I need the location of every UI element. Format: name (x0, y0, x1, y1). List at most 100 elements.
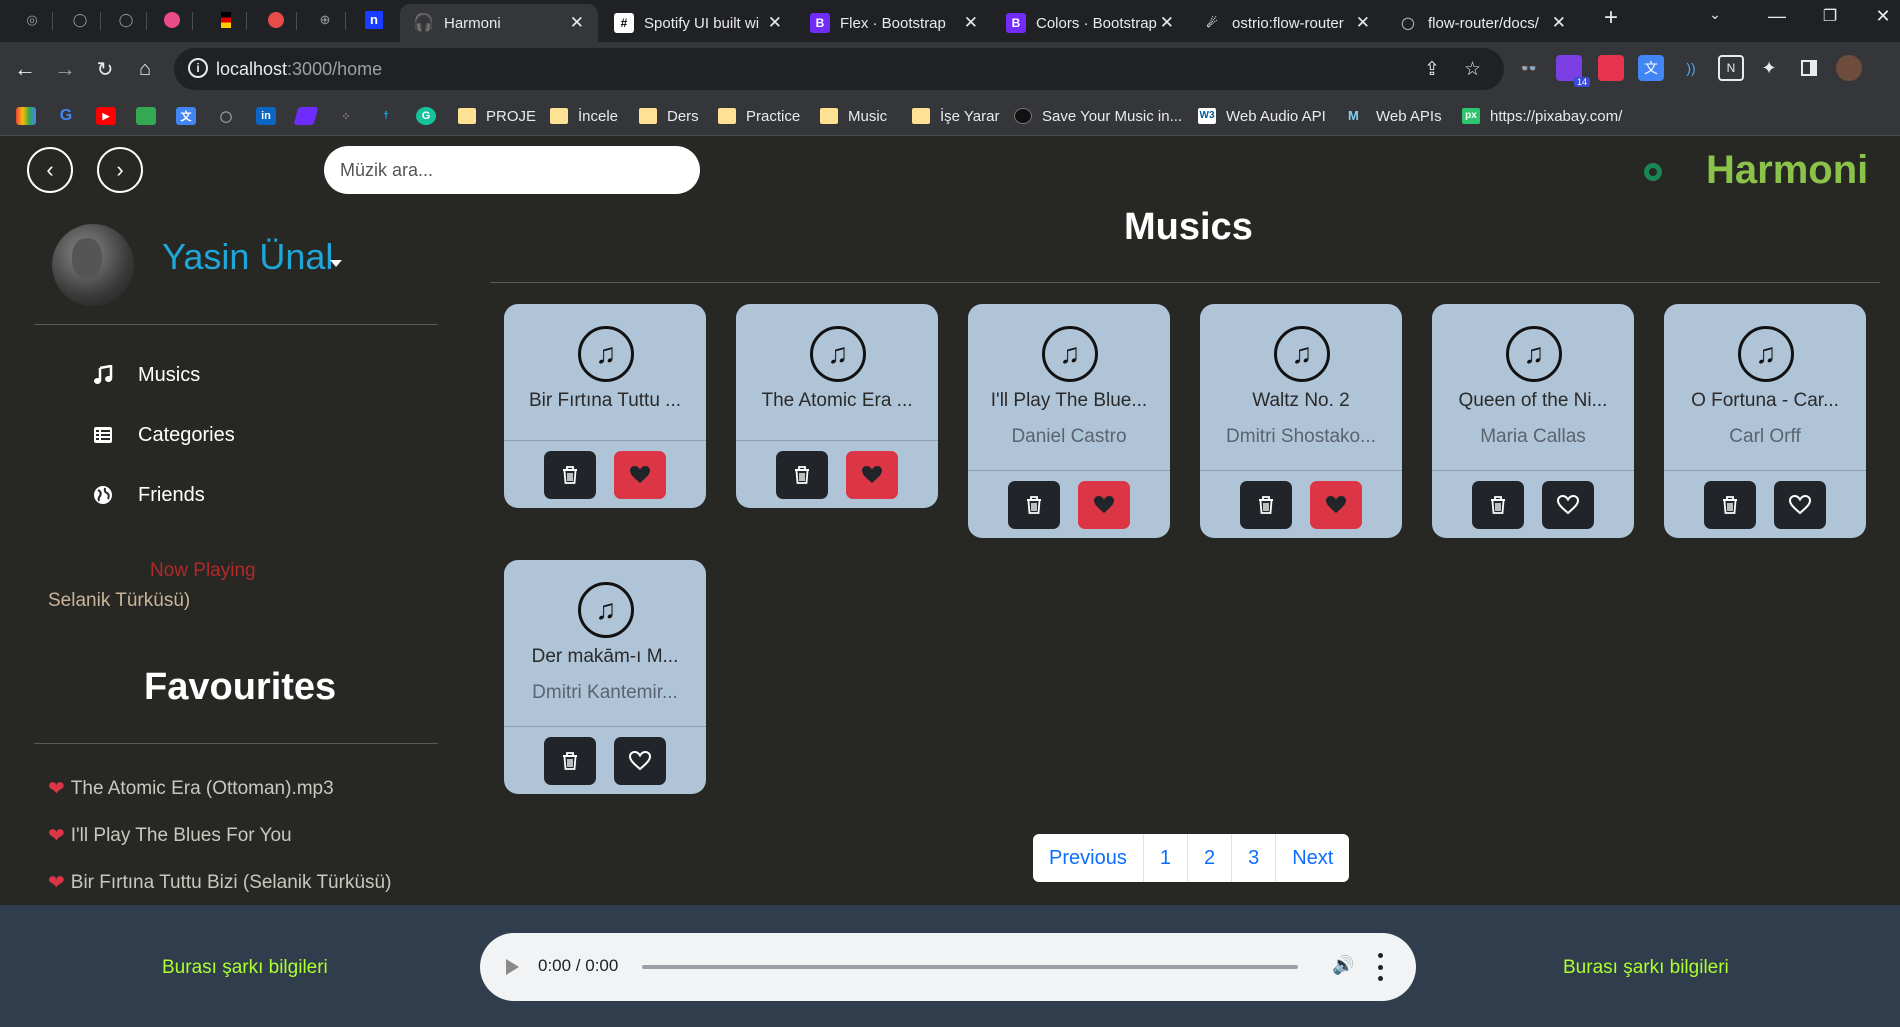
translate-extension-icon[interactable]: 文 (1638, 55, 1664, 81)
music-card[interactable]: ♫ Der makām-ı M... Dmitri Kantemir... (504, 560, 706, 794)
tab-harmoni[interactable]: 🎧 Harmoni ✕ (400, 4, 598, 42)
pagination-page-3[interactable]: 3 (1232, 834, 1277, 882)
tab-search-chevron-icon[interactable]: ⌄ (1700, 6, 1730, 23)
music-card[interactable]: ♫ Waltz No. 2 Dmitri Shostako... (1200, 304, 1402, 538)
bookmark-web-apis[interactable]: M Web APIs (1348, 105, 1442, 127)
close-window-icon[interactable]: ✕ (1868, 6, 1898, 27)
favourite-item[interactable]: ❤ The Atomic Era (Ottoman).mp3 (48, 776, 334, 801)
glasses-extension-icon[interactable]: 👓 (1516, 55, 1542, 81)
tab-spotify-ui[interactable]: # Spotify UI built wi ✕ (600, 4, 796, 42)
minimize-icon[interactable]: — (1762, 6, 1792, 27)
more-options-icon[interactable] (1377, 953, 1383, 981)
unfavourite-button[interactable] (1078, 481, 1130, 529)
pagination-next[interactable]: Next (1276, 834, 1349, 882)
extension-badge-icon[interactable]: 14 (1556, 55, 1590, 87)
address-bar[interactable]: i localhost:3000/home ⇪ ☆ (174, 48, 1504, 90)
address-url[interactable]: localhost:3000/home (216, 59, 382, 80)
close-tab-icon[interactable]: ✕ (570, 13, 584, 33)
favourite-button[interactable] (1542, 481, 1594, 529)
unfavourite-button[interactable] (614, 451, 666, 499)
favourite-item[interactable]: ❤ Bir Fırtına Tuttu Bizi (Selanik Türküsü… (48, 870, 391, 895)
bookmark-proje[interactable]: PROJE (458, 105, 536, 127)
wave-extension-icon[interactable]: )) (1678, 55, 1704, 81)
user-avatar[interactable] (52, 224, 134, 306)
bird-bookmark-icon[interactable]: ϯ (376, 107, 396, 125)
volume-icon[interactable]: 🔊 (1332, 955, 1354, 976)
new-tab-button[interactable]: + (1596, 4, 1626, 32)
close-tab-icon[interactable]: ✕ (1356, 13, 1370, 33)
forward-arrow-icon[interactable]: → (50, 54, 80, 84)
bookmark-save-your-music[interactable]: Save Your Music in... (1014, 105, 1182, 127)
bookmark-web-audio-api[interactable]: W3 Web Audio API (1198, 105, 1326, 127)
github-bookmark-icon[interactable]: ◯ (216, 107, 236, 125)
grammarly-bookmark-icon[interactable]: G (416, 107, 436, 125)
music-card[interactable]: ♫ Queen of the Ni... Maria Callas (1432, 304, 1634, 538)
music-search-input[interactable] (324, 146, 700, 194)
notion-extension-icon[interactable]: N (1718, 55, 1744, 81)
smiley-tab-icon[interactable] (264, 8, 288, 32)
purple-bookmark-icon[interactable] (293, 107, 319, 125)
delete-button[interactable] (1008, 481, 1060, 529)
delete-button[interactable] (544, 451, 596, 499)
pagination-previous[interactable]: Previous (1033, 834, 1144, 882)
unfavourite-button[interactable] (846, 451, 898, 499)
home-icon[interactable]: ⌂ (130, 54, 160, 84)
site-info-icon[interactable]: i (188, 58, 208, 78)
reload-icon[interactable]: ↻ (90, 54, 120, 84)
favourite-button[interactable] (614, 737, 666, 785)
puzzle-extensions-icon[interactable]: ✦ (1756, 55, 1782, 81)
audio-progress-track[interactable] (642, 965, 1298, 969)
tab-flow-router-docs[interactable]: ◯ flow-router/docs/ ✕ (1384, 4, 1580, 42)
bookmark-pixabay[interactable]: px https://pixabay.com/ (1462, 105, 1622, 127)
tab-flex-bootstrap[interactable]: B Flex · Bootstrap ✕ (796, 4, 992, 42)
music-card[interactable]: ♫ I'll Play The Blue... Daniel Castro (968, 304, 1170, 538)
favourite-button[interactable] (1774, 481, 1826, 529)
unfavourite-button[interactable] (1310, 481, 1362, 529)
close-tab-icon[interactable]: ✕ (1160, 13, 1174, 33)
google-bookmark-icon[interactable]: G (56, 107, 76, 125)
profile-avatar-icon[interactable] (1836, 55, 1862, 81)
user-dropdown-caret-icon[interactable] (330, 260, 342, 267)
linkedin-bookmark-icon[interactable]: in (256, 107, 276, 125)
history-forward-button[interactable]: › (97, 147, 143, 193)
close-tab-icon[interactable]: ✕ (964, 13, 978, 33)
tab-colors-bootstrap[interactable]: B Colors · Bootstrap ✕ (992, 4, 1188, 42)
bookmark-incele[interactable]: İncele (550, 105, 618, 127)
dribbble-tab-icon[interactable] (160, 8, 184, 32)
dots-bookmark-icon[interactable]: ⁘ (336, 107, 356, 125)
back-arrow-icon[interactable]: ← (10, 54, 40, 84)
bookmark-practice[interactable]: Practice (718, 105, 800, 127)
restore-icon[interactable]: ❐ (1815, 6, 1845, 26)
music-card[interactable]: ♫ The Atomic Era ... (736, 304, 938, 508)
dice-extension-icon[interactable] (1598, 55, 1624, 81)
close-tab-icon[interactable]: ✕ (768, 13, 782, 33)
sidebar-item-musics[interactable]: Musics (92, 360, 200, 390)
sidepanel-icon[interactable] (1796, 55, 1822, 81)
pagination-page-2[interactable]: 2 (1188, 834, 1233, 882)
chatgpt-tab-icon[interactable]: ◎ (20, 8, 44, 32)
delete-button[interactable] (776, 451, 828, 499)
music-card[interactable]: ♫ O Fortuna - Car... Carl Orff (1664, 304, 1866, 538)
delete-button[interactable] (1472, 481, 1524, 529)
photos-bookmark-icon[interactable] (136, 107, 156, 125)
sidebar-item-friends[interactable]: Friends (92, 480, 205, 510)
apps-bookmark-icon[interactable] (16, 107, 36, 125)
close-tab-icon[interactable]: ✕ (1552, 13, 1566, 33)
delete-button[interactable] (544, 737, 596, 785)
delete-button[interactable] (1704, 481, 1756, 529)
github-tab-icon[interactable]: ◯ (68, 8, 92, 32)
sidebar-item-categories[interactable]: Categories (92, 420, 235, 450)
user-name[interactable]: Yasin Ünal (162, 236, 333, 278)
music-card[interactable]: ♫ Bir Fırtına Tuttu ... (504, 304, 706, 508)
flag-tab-icon[interactable] (214, 8, 238, 32)
share-icon[interactable]: ⇪ (1424, 58, 1440, 81)
bookmark-music[interactable]: Music (820, 105, 887, 127)
bookmark-ders[interactable]: Ders (639, 105, 699, 127)
tab-flow-router[interactable]: ☄ ostrio:flow-router ✕ (1188, 4, 1384, 42)
favourite-item[interactable]: ❤ I'll Play The Blues For You (48, 823, 292, 848)
bookmark-star-icon[interactable]: ☆ (1464, 58, 1481, 81)
github-tab-icon[interactable]: ◯ (114, 8, 138, 32)
globe-tab-icon[interactable]: ⊕ (313, 8, 337, 32)
delete-button[interactable] (1240, 481, 1292, 529)
youtube-bookmark-icon[interactable]: ▶ (96, 107, 116, 125)
